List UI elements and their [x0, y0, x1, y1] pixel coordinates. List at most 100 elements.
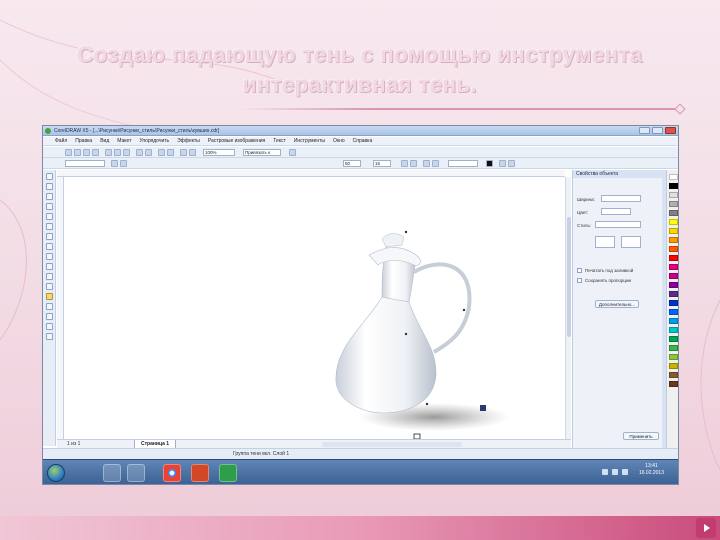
remove-preset-button[interactable] — [120, 160, 127, 167]
app-launcher-button[interactable] — [180, 149, 187, 156]
copy-shadow-button[interactable] — [499, 160, 506, 167]
shadow-end-handle[interactable] — [480, 405, 486, 411]
palette-swatch[interactable] — [669, 273, 678, 279]
palette-swatch[interactable] — [669, 255, 678, 261]
welcome-screen-button[interactable] — [189, 149, 196, 156]
palette-swatch[interactable] — [669, 183, 678, 189]
vertical-scrollbar[interactable] — [565, 177, 571, 439]
media-icon[interactable] — [127, 464, 145, 482]
palette-swatch[interactable] — [669, 219, 678, 225]
apply-button[interactable]: Применить — [623, 432, 659, 440]
menu-edit[interactable]: Правка — [75, 138, 92, 144]
palette-swatch[interactable] — [669, 174, 678, 180]
shape-tool-icon[interactable] — [46, 183, 53, 190]
horizontal-scrollbar[interactable] — [322, 442, 462, 447]
palette-swatch[interactable] — [669, 246, 678, 252]
outline-color-field[interactable] — [601, 208, 631, 215]
interactive-fill-tool-icon[interactable] — [46, 333, 53, 340]
interactive-shadow-tool-icon[interactable] — [46, 293, 53, 300]
print-button[interactable] — [92, 149, 99, 156]
more-options-button[interactable]: Дополнительно... — [595, 300, 639, 308]
open-button[interactable] — [74, 149, 81, 156]
menu-bitmaps[interactable]: Растровые изображения — [208, 138, 265, 144]
powerpoint-icon[interactable] — [191, 464, 209, 482]
paste-button[interactable] — [123, 149, 130, 156]
add-preset-button[interactable] — [111, 160, 118, 167]
clear-shadow-button[interactable] — [508, 160, 515, 167]
text-tool-icon[interactable] — [46, 273, 53, 280]
selection-node[interactable] — [425, 402, 429, 406]
fill-tool-icon[interactable] — [46, 323, 53, 330]
menu-window[interactable]: Окно — [333, 138, 345, 144]
palette-swatch[interactable] — [669, 318, 678, 324]
palette-swatch[interactable] — [669, 300, 678, 306]
next-slide-arrow-icon[interactable] — [696, 518, 716, 538]
palette-swatch[interactable] — [669, 201, 678, 207]
feather-direction-button[interactable] — [401, 160, 408, 167]
drawing-canvas[interactable] — [64, 177, 565, 440]
tray-flag-icon[interactable] — [622, 469, 628, 475]
shadow-color-button[interactable] — [486, 160, 493, 167]
palette-swatch[interactable] — [669, 381, 678, 387]
save-button[interactable] — [83, 149, 90, 156]
palette-swatch[interactable] — [669, 336, 678, 342]
tray-clock[interactable]: 13:41 16.02.2013 — [639, 463, 664, 477]
palette-swatch[interactable] — [669, 237, 678, 243]
freehand-tool-icon[interactable] — [46, 213, 53, 220]
palette-swatch[interactable] — [669, 210, 678, 216]
palette-swatch[interactable] — [669, 354, 678, 360]
outline-width-field[interactable] — [601, 195, 641, 202]
palette-swatch[interactable] — [669, 363, 678, 369]
outline-style-field[interactable] — [595, 221, 641, 228]
palette-swatch[interactable] — [669, 327, 678, 333]
menu-file[interactable]: Файл — [55, 138, 67, 144]
windows-start-icon[interactable] — [47, 464, 65, 482]
selection-node[interactable] — [404, 332, 408, 336]
menu-tools[interactable]: Инструменты — [294, 138, 325, 144]
export-button[interactable] — [167, 149, 174, 156]
import-button[interactable] — [158, 149, 165, 156]
behind-fill-checkbox[interactable] — [577, 268, 582, 273]
shadow-opacity-field[interactable]: 50 — [343, 160, 361, 167]
preset-list-field[interactable] — [65, 160, 105, 167]
pick-tool-icon[interactable] — [46, 173, 53, 180]
smart-fill-tool-icon[interactable] — [46, 223, 53, 230]
options-button[interactable] — [289, 149, 296, 156]
chrome-icon[interactable] — [163, 464, 181, 482]
menu-help[interactable]: Справка — [353, 138, 373, 144]
folder-icon[interactable] — [103, 464, 121, 482]
table-tool-icon[interactable] — [46, 283, 53, 290]
palette-swatch[interactable] — [669, 264, 678, 270]
menu-layout[interactable]: Макет — [117, 138, 131, 144]
end-arrow-field[interactable] — [621, 236, 641, 248]
outline-tool-icon[interactable] — [46, 313, 53, 320]
cut-button[interactable] — [105, 149, 112, 156]
tray-volume-icon[interactable] — [612, 469, 618, 475]
eyedropper-tool-icon[interactable] — [46, 303, 53, 310]
redo-button[interactable] — [145, 149, 152, 156]
palette-swatch[interactable] — [669, 192, 678, 198]
copy-button[interactable] — [114, 149, 121, 156]
palette-swatch[interactable] — [669, 372, 678, 378]
maximize-button[interactable] — [652, 127, 663, 134]
feather-edges-button[interactable] — [410, 160, 417, 167]
palette-swatch[interactable] — [669, 345, 678, 351]
shadow-mode-field[interactable] — [448, 160, 478, 167]
coreldraw-icon[interactable] — [219, 464, 237, 482]
menu-effects[interactable]: Эффекты — [177, 138, 200, 144]
snap-to-field[interactable]: Привязать к — [243, 149, 281, 156]
menu-view[interactable]: Вид — [100, 138, 109, 144]
selection-node[interactable] — [462, 308, 466, 312]
shadow-stretch-button[interactable] — [432, 160, 439, 167]
undo-button[interactable] — [136, 149, 143, 156]
zoom-tool-icon[interactable] — [46, 203, 53, 210]
new-document-button[interactable] — [65, 149, 72, 156]
zoom-levels-field[interactable]: 100% — [203, 149, 235, 156]
minimize-button[interactable] — [639, 127, 650, 134]
tray-network-icon[interactable] — [602, 469, 608, 475]
ellipse-tool-icon[interactable] — [46, 243, 53, 250]
palette-swatch[interactable] — [669, 282, 678, 288]
palette-swatch[interactable] — [669, 228, 678, 234]
menu-text[interactable]: Текст — [273, 138, 286, 144]
rectangle-tool-icon[interactable] — [46, 233, 53, 240]
